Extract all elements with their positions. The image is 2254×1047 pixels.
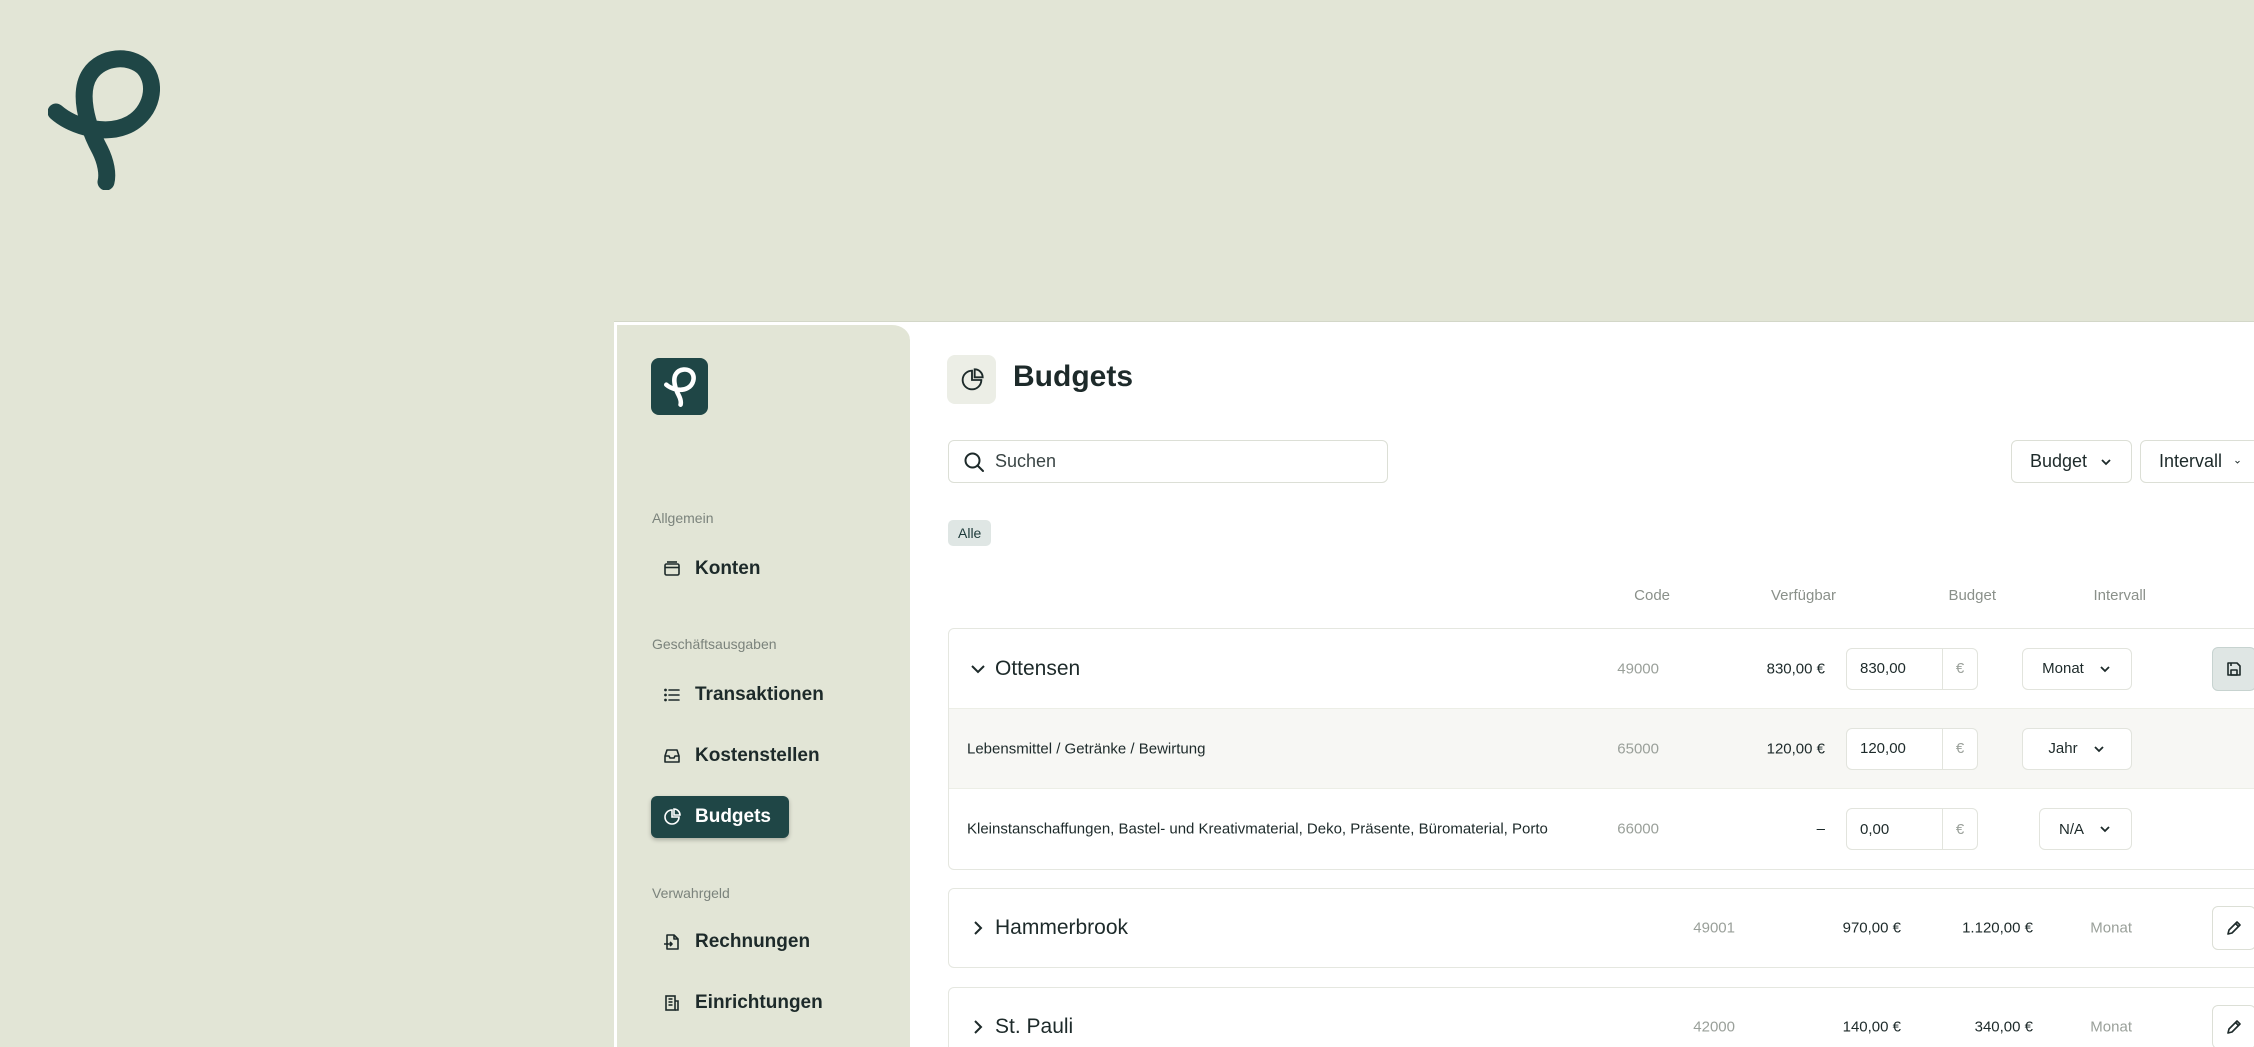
interval-select[interactable]: N/A — [2039, 808, 2132, 850]
chevron-down-icon — [2101, 458, 2111, 465]
cost-center-name: Kleinstanschaffungen, Bastel- und Kreati… — [967, 820, 1548, 838]
logo-icon — [663, 366, 696, 407]
brand-logo — [48, 50, 160, 190]
sidebar-item-label: Konten — [695, 558, 761, 579]
available-amount: 140,00 € — [1842, 1018, 1901, 1036]
budget-amount: 1.120,00 € — [1962, 919, 2033, 937]
table-row[interactable]: St. Pauli 42000 140,00 € 340,00 € Monat — [949, 988, 2254, 1047]
cost-code: 42000 — [1693, 1018, 1735, 1036]
chevron-right-icon[interactable] — [969, 1018, 987, 1036]
search-box[interactable] — [948, 440, 1388, 483]
cost-code: 66000 — [1617, 820, 1659, 838]
available-amount: 830,00 € — [1766, 660, 1825, 677]
budget-amount-field[interactable]: € — [1846, 727, 1978, 770]
page-title: Budgets — [1013, 360, 1133, 393]
budget-group-ottensen: Ottensen 49000 830,00 € € Monat — [948, 628, 2254, 870]
pie-chart-icon — [664, 808, 681, 825]
group-name: St. Pauli — [995, 1015, 1074, 1038]
list-icon — [664, 688, 680, 702]
cost-center-name: Lebensmittel / Getränke / Bewirtung — [967, 740, 1206, 757]
available-amount: 120,00 € — [1766, 740, 1825, 757]
budget-filter-label: Budget — [2030, 451, 2088, 471]
budget-amount-field[interactable]: € — [1846, 647, 1978, 690]
currency-symbol: € — [1955, 820, 1965, 838]
save-icon — [2227, 661, 2241, 676]
chevron-down-icon[interactable] — [969, 660, 987, 678]
table-row: Kleinstanschaffungen, Bastel- und Kreati… — [949, 789, 2254, 869]
interval-value: Monat — [2090, 1018, 2132, 1036]
file-import-icon — [664, 934, 679, 950]
chevron-down-icon — [2100, 826, 2110, 833]
interval-filter-label: Intervall — [2159, 451, 2223, 471]
interval-select-value: Jahr — [2048, 740, 2078, 757]
group-name: Ottensen — [995, 656, 1081, 680]
sidebar-item-label: Kostenstellen — [695, 745, 820, 766]
sidebar-item-kostenstellen[interactable]: Kostenstellen — [651, 735, 838, 777]
sidebar-item-label: Einrichtungen — [695, 992, 823, 1013]
sidebar-item-konten[interactable]: Konten — [651, 548, 778, 590]
app-window: Allgemein Konten Geschäftsausgaben Trans… — [614, 321, 2254, 1047]
chevron-down-icon — [2235, 460, 2240, 464]
sidebar-logo[interactable] — [651, 358, 708, 415]
budget-input[interactable] — [1847, 728, 1943, 769]
group-name: Hammerbrook — [995, 916, 1129, 939]
cost-code: 65000 — [1617, 740, 1659, 757]
budget-group-st-pauli: St. Pauli 42000 140,00 € 340,00 € Monat — [948, 987, 2254, 1047]
budget-group-hammerbrook: Hammerbrook 49001 970,00 € 1.120,00 € Mo… — [948, 888, 2254, 968]
column-header-interval: Intervall — [2093, 587, 2146, 604]
wallet-icon — [664, 561, 680, 576]
chevron-down-icon — [2093, 745, 2104, 752]
interval-value: Monat — [2090, 919, 2132, 937]
nav-section-geschaeftsausgaben: Geschäftsausgaben — [652, 636, 777, 652]
budget-input[interactable] — [1847, 809, 1943, 849]
interval-filter-button[interactable]: Intervall — [2140, 440, 2254, 483]
budget-amount-field[interactable]: € — [1846, 808, 1978, 850]
edit-button[interactable] — [2212, 906, 2254, 950]
budget-input[interactable] — [1847, 648, 1943, 689]
column-header-budget: Budget — [1948, 587, 1996, 604]
budget-amount: 340,00 € — [1974, 1018, 2033, 1036]
building-icon — [665, 995, 679, 1011]
save-button[interactable] — [2212, 646, 2254, 691]
column-header-available: Verfügbar — [1770, 587, 1836, 604]
chevron-right-icon[interactable] — [969, 919, 987, 937]
sidebar-item-rechnungen[interactable]: Rechnungen — [651, 921, 828, 963]
main-content: Budgets Budget Intervall Alle Code Verfü… — [910, 322, 2254, 1047]
search-input[interactable] — [995, 451, 1355, 472]
currency-symbol: € — [1955, 740, 1965, 757]
sidebar-item-einrichtungen[interactable]: Einrichtungen — [651, 982, 841, 1024]
pie-chart-icon — [961, 367, 984, 390]
chevron-down-icon — [2100, 665, 2110, 672]
column-header-code: Code — [1634, 587, 1670, 604]
cost-code: 49001 — [1693, 919, 1735, 937]
sidebar-item-transaktionen[interactable]: Transaktionen — [651, 674, 842, 716]
edit-button[interactable] — [2212, 1005, 2254, 1047]
table-row[interactable]: Hammerbrook 49001 970,00 € 1.120,00 € Mo… — [949, 889, 2254, 967]
nav-section-allgemein: Allgemein — [652, 510, 714, 526]
interval-select-value: N/A — [2058, 820, 2084, 838]
nav-section-verwahrgeld: Verwahrgeld — [652, 885, 730, 901]
pencil-icon — [2227, 921, 2241, 935]
inbox-icon — [664, 749, 680, 763]
sidebar-item-label: Transaktionen — [695, 684, 824, 705]
currency-symbol: € — [1955, 660, 1965, 677]
interval-select[interactable]: Jahr — [2022, 727, 2132, 770]
search-icon — [964, 452, 984, 472]
sidebar-item-budgets[interactable]: Budgets — [651, 796, 789, 838]
pencil-icon — [2227, 1020, 2241, 1034]
sidebar: Allgemein Konten Geschäftsausgaben Trans… — [614, 322, 910, 1047]
cost-code: 49000 — [1617, 660, 1659, 677]
budget-filter-button[interactable]: Budget — [2011, 440, 2133, 483]
sidebar-item-label: Budgets — [695, 806, 771, 827]
interval-select[interactable]: Monat — [2022, 647, 2132, 690]
sidebar-item-label: Rechnungen — [695, 931, 811, 952]
available-amount: 970,00 € — [1842, 919, 1901, 937]
interval-select-value: Monat — [2042, 660, 2084, 677]
available-amount: – — [1816, 820, 1825, 838]
page-icon — [947, 355, 996, 404]
filter-chip-all[interactable]: Alle — [948, 520, 992, 546]
table-row: Lebensmittel / Getränke / Bewirtung 6500… — [949, 709, 2254, 789]
table-row[interactable]: Ottensen 49000 830,00 € € Monat — [949, 629, 2254, 709]
